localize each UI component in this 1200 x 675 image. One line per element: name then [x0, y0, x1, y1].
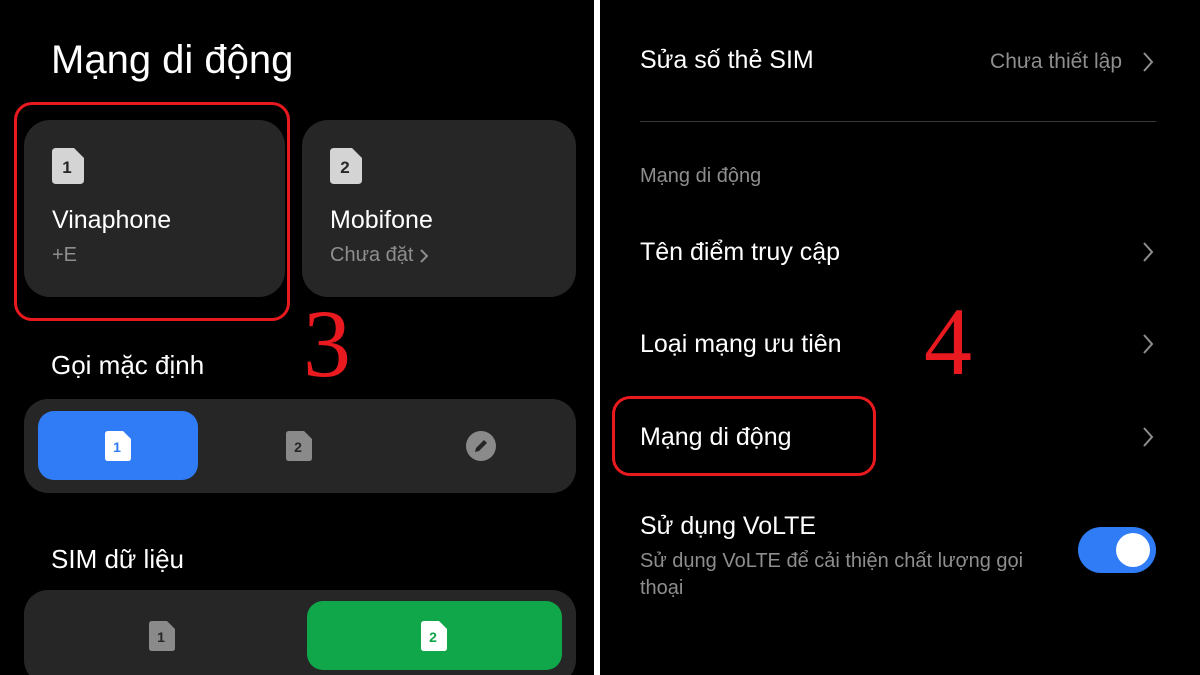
sim-2-icon: 2	[421, 621, 447, 651]
data-sim-selector: 1 2	[24, 590, 576, 675]
sim-2-icon: 2	[330, 148, 362, 184]
sim-2-icon: 2	[286, 431, 312, 461]
sim-1-icon: 1	[149, 621, 175, 651]
mobile-network-panel: Sửa số thẻ SIM Chưa thiết lập Mạng di độ…	[600, 0, 1200, 675]
data-sim-label: SIM dữ liệu	[51, 544, 185, 574]
access-point-names-row[interactable]: Tên điểm truy cập	[600, 221, 1200, 285]
chevron-right-icon	[1143, 334, 1154, 354]
chevron-right-icon	[1143, 52, 1154, 72]
svg-text:1: 1	[157, 629, 165, 645]
toggle-knob	[1116, 533, 1150, 567]
data-sim-option-2[interactable]: 2	[307, 601, 562, 670]
volte-toggle[interactable]	[1078, 527, 1156, 573]
page-title: Mạng di động	[51, 38, 294, 82]
default-call-option-ask[interactable]	[424, 411, 534, 480]
default-call-option-2[interactable]: 2	[244, 411, 354, 480]
sim-1-icon: 1	[105, 431, 131, 461]
edit-sim-number-value: Chưa thiết lập	[990, 50, 1122, 73]
highlight-box-sim1	[14, 102, 290, 321]
preferred-network-type-label: Loại mạng ưu tiên	[640, 330, 842, 358]
divider	[640, 121, 1156, 122]
default-call-selector: 1 2	[24, 399, 576, 493]
highlight-box-mobile-network	[612, 396, 876, 476]
sim-card-status: Chưa đặt	[330, 244, 429, 267]
svg-text:1: 1	[113, 439, 121, 455]
default-call-label: Gọi mặc định	[51, 350, 205, 380]
sim-card-status-text: Chưa đặt	[330, 244, 414, 266]
chevron-right-icon	[420, 248, 429, 263]
edit-sim-number-row[interactable]: Sửa số thẻ SIM Chưa thiết lập	[600, 30, 1200, 94]
step-number-3: 3	[303, 290, 351, 397]
sim-card-name: Mobifone	[330, 206, 433, 234]
svg-text:2: 2	[294, 439, 302, 455]
data-sim-option-1[interactable]: 1	[38, 601, 293, 670]
edit-icon	[466, 431, 496, 461]
chevron-right-icon	[1143, 427, 1154, 447]
default-call-option-1[interactable]: 1	[38, 411, 198, 480]
preferred-network-type-row[interactable]: Loại mạng ưu tiên	[600, 313, 1200, 377]
svg-text:2: 2	[429, 629, 437, 645]
sim-settings-panel: Mạng di động 1 Vinaphone +E 2 Mobifone C…	[0, 0, 594, 675]
access-point-names-label: Tên điểm truy cập	[640, 238, 841, 266]
chevron-right-icon	[1143, 242, 1154, 262]
section-label-mobile-network: Mạng di động	[640, 165, 762, 187]
sim-card-mobifone[interactable]: 2 Mobifone Chưa đặt	[302, 120, 576, 297]
volte-description: Sử dụng VoLTE để cải thiện chất lượng gọ…	[640, 550, 1024, 599]
step-number-4: 4	[924, 288, 972, 395]
edit-sim-number-label: Sửa số thẻ SIM	[640, 46, 814, 74]
svg-text:2: 2	[340, 158, 349, 177]
volte-label: Sử dụng VoLTE	[640, 512, 817, 540]
